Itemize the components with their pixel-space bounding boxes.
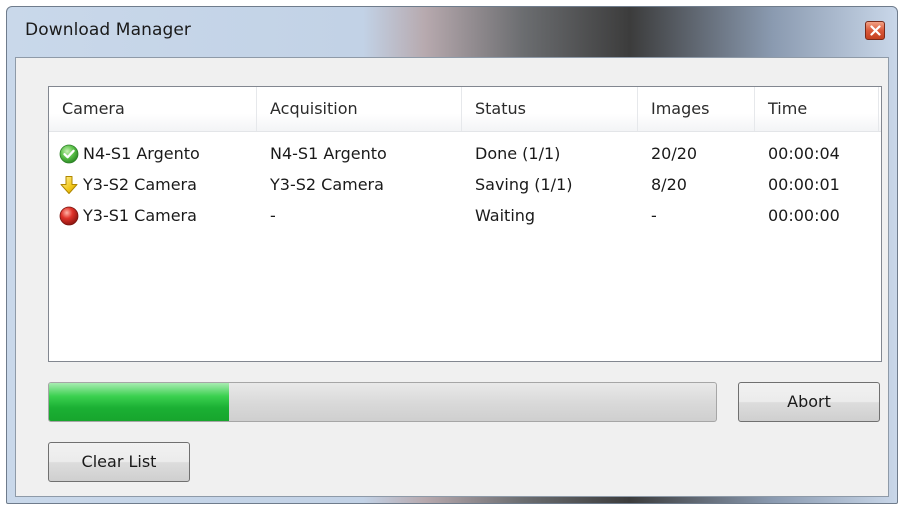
status-text: Done (1/1) <box>475 144 561 163</box>
elapsed-time: 00:00:00 <box>768 206 840 225</box>
camera-name: Y3-S2 Camera <box>83 175 197 194</box>
red-dot-icon <box>59 206 79 226</box>
clear-list-button[interactable]: Clear List <box>48 442 190 482</box>
window-title: Download Manager <box>25 20 192 40</box>
check-icon <box>59 144 79 164</box>
column-header-status[interactable]: Status <box>462 87 638 131</box>
acquisition-name: N4-S1 Argento <box>270 144 387 163</box>
dialog-body: Camera Acquisition Status Images Time N4… <box>15 57 889 497</box>
abort-button[interactable]: Abort <box>738 382 880 422</box>
column-header-time[interactable]: Time <box>755 87 879 131</box>
download-list[interactable]: Camera Acquisition Status Images Time N4… <box>48 86 882 362</box>
progress-fill <box>49 383 230 421</box>
camera-name: Y3-S1 Camera <box>83 206 197 225</box>
acquisition-name: - <box>270 206 276 225</box>
images-count: 20/20 <box>651 144 698 163</box>
list-row[interactable]: Y3-S1 Camera - Waiting - 00:00:00 <box>49 200 881 231</box>
list-row[interactable]: N4-S1 Argento N4-S1 Argento Done (1/1) 2… <box>49 138 881 169</box>
column-header-images[interactable]: Images <box>638 87 755 131</box>
elapsed-time: 00:00:01 <box>768 175 840 194</box>
download-progress-bar <box>48 382 717 422</box>
camera-name: N4-S1 Argento <box>83 144 200 163</box>
elapsed-time: 00:00:04 <box>768 144 840 163</box>
list-header: Camera Acquisition Status Images Time <box>49 87 881 132</box>
images-count: - <box>651 206 657 225</box>
list-row[interactable]: Y3-S2 Camera Y3-S2 Camera Saving (1/1) 8… <box>49 169 881 200</box>
close-icon <box>870 25 881 36</box>
download-arrow-icon <box>60 176 78 194</box>
status-text: Saving (1/1) <box>475 175 573 194</box>
acquisition-name: Y3-S2 Camera <box>270 175 384 194</box>
title-bar[interactable]: Download Manager <box>7 7 897 57</box>
close-button[interactable] <box>865 21 885 40</box>
download-manager-window: Download Manager Camera Acquisition Stat… <box>6 6 898 504</box>
column-header-camera[interactable]: Camera <box>49 87 257 131</box>
images-count: 8/20 <box>651 175 687 194</box>
status-text: Waiting <box>475 206 536 225</box>
column-header-acquisition[interactable]: Acquisition <box>257 87 462 131</box>
